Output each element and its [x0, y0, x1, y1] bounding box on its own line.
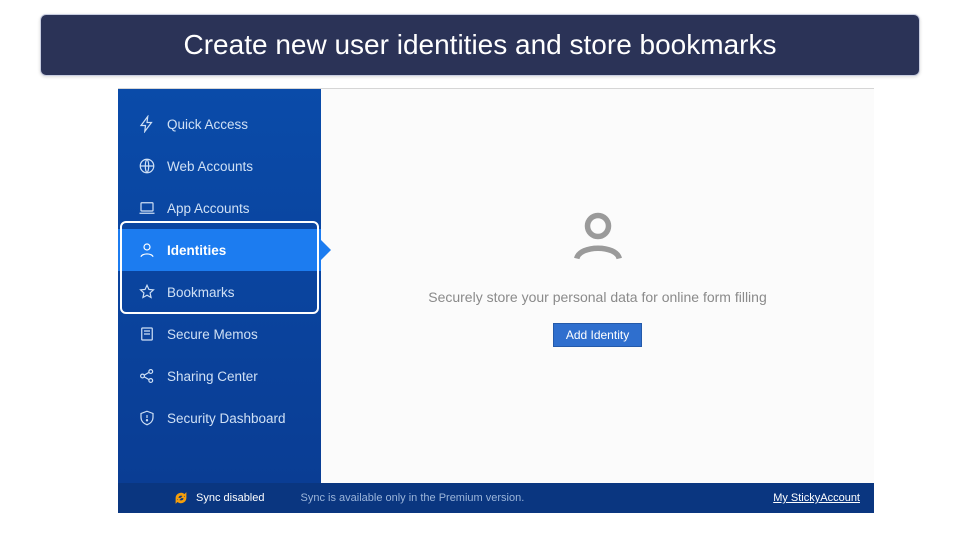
shield-icon: [138, 409, 156, 427]
sidebar-item-quick-access[interactable]: Quick Access: [118, 103, 321, 145]
sidebar-item-label: Secure Memos: [167, 327, 258, 342]
sidebar-item-label: App Accounts: [167, 201, 250, 216]
caption-text: Create new user identities and store boo…: [184, 29, 777, 60]
sidebar-item-label: Security Dashboard: [167, 411, 286, 426]
bolt-icon: [138, 115, 156, 133]
sidebar: Quick Access Web Accounts App Accounts I…: [118, 89, 321, 483]
note-icon: [138, 325, 156, 343]
person-icon: [138, 241, 156, 259]
sidebar-item-label: Sharing Center: [167, 369, 258, 384]
empty-state-message: Securely store your personal data for on…: [428, 289, 767, 305]
sidebar-item-bookmarks[interactable]: Bookmarks: [118, 271, 321, 313]
sidebar-item-label: Identities: [167, 243, 226, 258]
account-link[interactable]: My StickyAccount: [773, 492, 860, 504]
premium-note: Sync is available only in the Premium ve…: [301, 492, 525, 504]
globe-icon: [138, 157, 156, 175]
sidebar-item-label: Web Accounts: [167, 159, 253, 174]
app-window: Quick Access Web Accounts App Accounts I…: [118, 88, 874, 513]
sidebar-item-label: Quick Access: [167, 117, 248, 132]
sync-icon: [174, 491, 188, 505]
status-bar: Sync disabled Sync is available only in …: [118, 483, 874, 513]
share-icon: [138, 367, 156, 385]
caption-banner: Create new user identities and store boo…: [40, 14, 920, 76]
sidebar-item-app-accounts[interactable]: App Accounts: [118, 187, 321, 229]
sidebar-item-identities[interactable]: Identities: [118, 229, 321, 271]
laptop-icon: [138, 199, 156, 217]
sidebar-item-secure-memos[interactable]: Secure Memos: [118, 313, 321, 355]
sidebar-item-security-dashboard[interactable]: Security Dashboard: [118, 397, 321, 439]
star-icon: [138, 283, 156, 301]
person-icon: [568, 206, 628, 271]
sidebar-item-sharing-center[interactable]: Sharing Center: [118, 355, 321, 397]
app-main: Quick Access Web Accounts App Accounts I…: [118, 89, 874, 483]
sidebar-item-web-accounts[interactable]: Web Accounts: [118, 145, 321, 187]
main-content: Securely store your personal data for on…: [321, 89, 874, 483]
sidebar-item-label: Bookmarks: [167, 285, 235, 300]
sync-status: Sync disabled: [196, 492, 265, 504]
add-identity-button[interactable]: Add Identity: [553, 323, 642, 347]
